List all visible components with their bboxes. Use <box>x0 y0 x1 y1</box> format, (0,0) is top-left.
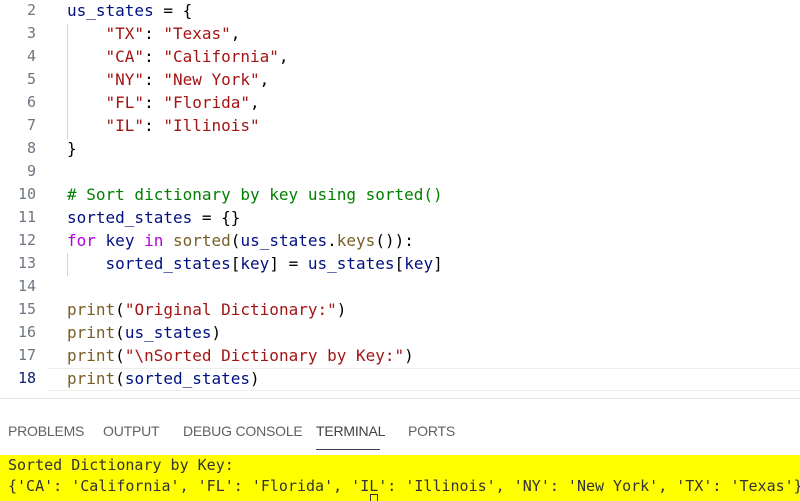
line-number: 18 <box>17 369 36 387</box>
line-number: 4 <box>26 47 36 65</box>
code-text: "TX": "Texas", <box>105 24 241 43</box>
line-number: 5 <box>26 70 36 88</box>
code-text: } <box>67 139 77 158</box>
terminal-line: {'CA': 'California', 'FL': 'Florida', 'I… <box>8 477 800 495</box>
code-text: sorted_states = {} <box>67 208 241 227</box>
code-line[interactable]: 17 print("\nSorted Dictionary by Key:") <box>0 345 800 368</box>
line-number: 14 <box>17 277 36 295</box>
code-text: print("\nSorted Dictionary by Key:") <box>67 346 414 365</box>
line-number: 17 <box>17 346 36 364</box>
tab-terminal[interactable]: TERMINAL <box>316 423 385 439</box>
code-line[interactable]: 6 "FL": "Florida", <box>0 92 800 115</box>
code-line[interactable]: 11 sorted_states = {} <box>0 207 800 230</box>
code-line[interactable]: 16 print(us_states) <box>0 322 800 345</box>
tab-output[interactable]: OUTPUT <box>103 423 160 439</box>
tab-problems[interactable]: PROBLEMS <box>8 423 84 439</box>
code-line[interactable]: 15 print("Original Dictionary:") <box>0 299 800 322</box>
line-number: 9 <box>26 162 36 180</box>
code-line[interactable]: 18 print(sorted_states) <box>0 368 800 391</box>
line-number: 13 <box>17 254 36 272</box>
code-line[interactable]: 2 us_states = { <box>0 0 800 23</box>
code-text: print(us_states) <box>67 323 222 342</box>
line-number: 15 <box>17 300 36 318</box>
line-number: 12 <box>17 231 36 249</box>
line-number: 7 <box>26 116 36 134</box>
code-line[interactable]: 13 sorted_states[key] = us_states[key] <box>0 253 800 276</box>
line-number: 8 <box>26 139 36 157</box>
code-text: "FL": "Florida", <box>105 93 260 112</box>
line-number: 6 <box>26 93 36 111</box>
tab-debug-console[interactable]: DEBUG CONSOLE <box>183 423 303 439</box>
code-text: print("Original Dictionary:") <box>67 300 347 319</box>
code-text: sorted_states[key] = us_states[key] <box>105 254 443 273</box>
code-line[interactable]: 10 # Sort dictionary by key using sorted(… <box>0 184 800 207</box>
code-text: "CA": "California", <box>105 47 289 66</box>
line-number: 2 <box>26 1 36 19</box>
code-line[interactable]: 7 "IL": "Illinois" <box>0 115 800 138</box>
code-line[interactable]: 14 <box>0 276 800 299</box>
terminal-line: Sorted Dictionary by Key: <box>8 456 234 474</box>
terminal-output[interactable]: Sorted Dictionary by Key: {'CA': 'Califo… <box>0 455 800 501</box>
code-line[interactable]: 12 for key in sorted(us_states.keys()): <box>0 230 800 253</box>
tab-ports[interactable]: PORTS <box>408 423 455 439</box>
panel-tab-bar: PROBLEMS OUTPUT DEBUG CONSOLE TERMINAL P… <box>0 399 800 451</box>
line-number: 3 <box>26 24 36 42</box>
code-text: # Sort dictionary by key using sorted() <box>67 185 443 204</box>
code-line[interactable]: 9 <box>0 161 800 184</box>
code-line[interactable]: 5 "NY": "New York", <box>0 69 800 92</box>
code-text: us_states = { <box>67 1 193 20</box>
code-text: for key in sorted(us_states.keys()): <box>67 231 414 250</box>
line-number: 10 <box>17 185 36 203</box>
code-line[interactable]: 4 "CA": "California", <box>0 46 800 69</box>
code-editor[interactable]: 2 us_states = {3 "TX": "Texas", 4 "CA": "C… <box>0 0 800 395</box>
code-text: "NY": "New York", <box>105 70 270 89</box>
code-text: print(sorted_states) <box>67 369 260 388</box>
terminal-cursor <box>370 494 378 501</box>
active-tab-indicator <box>316 449 380 450</box>
line-number: 11 <box>17 208 36 226</box>
code-text: "IL": "Illinois" <box>105 116 260 135</box>
line-number: 16 <box>17 323 36 341</box>
code-line[interactable]: 3 "TX": "Texas", <box>0 23 800 46</box>
code-line[interactable]: 8} <box>0 138 800 161</box>
